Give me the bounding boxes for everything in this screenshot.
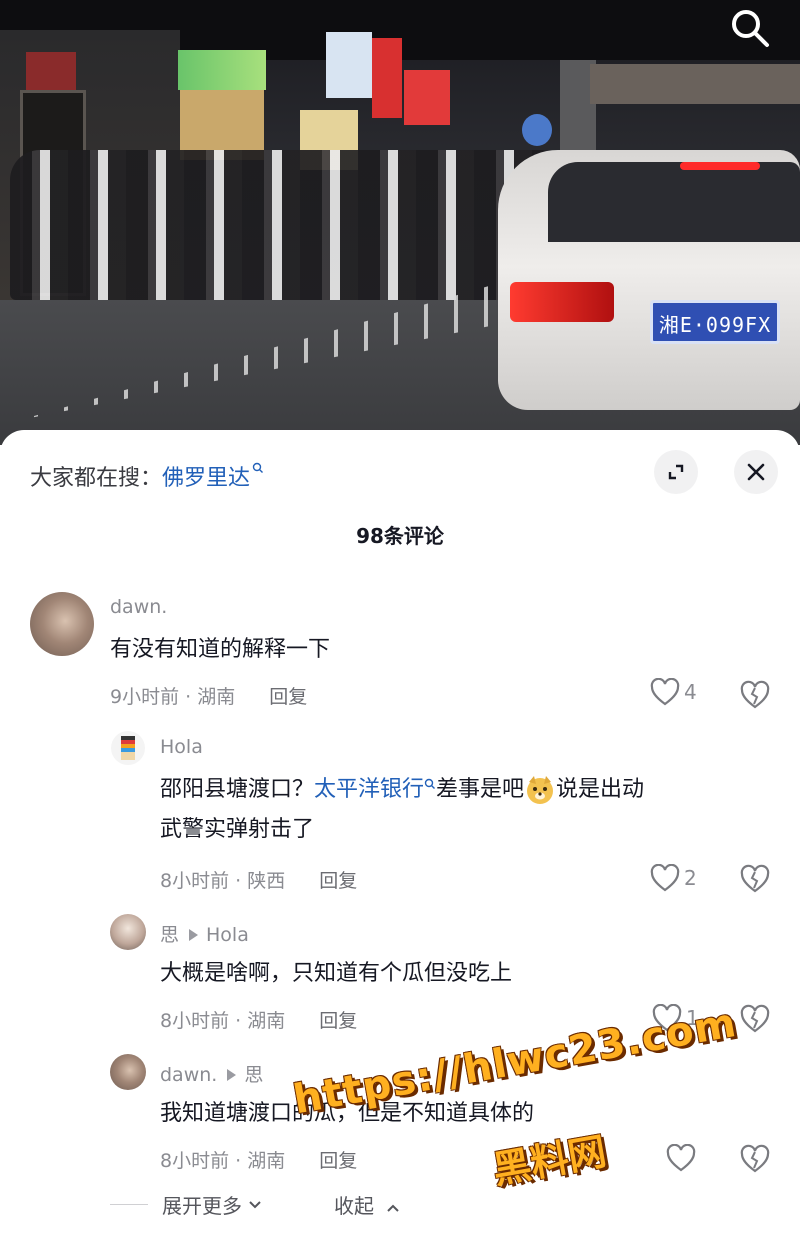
hot-search-term[interactable]: 佛罗里达 bbox=[162, 466, 250, 491]
license-plate: 湘E·099FX bbox=[650, 300, 780, 344]
hot-search-bar[interactable]: 大家都在搜：佛罗里达 bbox=[30, 460, 264, 492]
comment-text: 邵阳县塘渡口？太平洋银行 差事是吧 说是出动武警实弹射击了 bbox=[160, 770, 770, 850]
comment-count: 98条评论 bbox=[356, 524, 444, 548]
canopy bbox=[590, 64, 800, 104]
search-icon bbox=[424, 778, 436, 789]
reply-button[interactable]: 回复 bbox=[319, 870, 357, 892]
broken-heart-icon[interactable] bbox=[739, 1004, 771, 1034]
doge-emoji-icon bbox=[527, 776, 554, 804]
comment-meta: 8小时前 · 湖南 回复 bbox=[160, 1006, 357, 1033]
broken-heart-icon[interactable] bbox=[739, 1144, 771, 1174]
comment-username[interactable]: dawn. 思 bbox=[160, 1060, 263, 1087]
close-icon bbox=[747, 463, 765, 481]
expand-icon bbox=[668, 464, 684, 480]
chevron-down-icon bbox=[249, 1200, 261, 1208]
comment-time-location: 8小时前 · 陕西 bbox=[160, 870, 286, 892]
comment-username[interactable]: 思 Hola bbox=[160, 920, 249, 947]
comment-text-part: 差事是吧 bbox=[436, 777, 525, 802]
comment-sheet: 大家都在搜：佛罗里达 98条评论 dawn. 有没有知道的解释一下 9小时前 ·… bbox=[0, 430, 800, 1258]
comment-text: 大概是啥啊，只知道有个瓜但没吃上 bbox=[160, 961, 513, 986]
like-button[interactable] bbox=[666, 1144, 696, 1172]
reply-to-user: 思 bbox=[244, 1064, 264, 1086]
like-count: 2 bbox=[684, 866, 697, 890]
avatar[interactable] bbox=[110, 730, 146, 766]
expand-more-replies[interactable]: 展开更多 bbox=[110, 1190, 262, 1219]
like-count: 4 bbox=[684, 680, 697, 704]
billboard-white bbox=[326, 32, 372, 98]
search-icon[interactable] bbox=[728, 6, 772, 50]
like-button[interactable]: 4 bbox=[650, 678, 697, 706]
comment-meta: 8小时前 · 湖南 回复 bbox=[160, 1146, 357, 1173]
chevron-up-icon bbox=[387, 1204, 400, 1212]
billboard-red bbox=[372, 38, 402, 118]
comment-meta: 8小时前 · 陕西 回复 bbox=[160, 866, 357, 893]
collapse-label: 收起 bbox=[334, 1194, 374, 1218]
expand-more-label: 展开更多 bbox=[162, 1194, 242, 1218]
collapse-replies[interactable]: 收起 bbox=[334, 1190, 400, 1219]
comment-text: 有没有知道的解释一下 bbox=[110, 637, 331, 662]
reply-button[interactable]: 回复 bbox=[319, 1010, 357, 1032]
comment-text-part: 说是出动 bbox=[556, 777, 645, 802]
broken-heart-icon[interactable] bbox=[739, 680, 771, 710]
hot-search-link[interactable]: 太平洋银行 bbox=[314, 777, 424, 802]
brake-light bbox=[680, 162, 760, 170]
car-rear-window bbox=[548, 162, 800, 242]
avatar[interactable] bbox=[110, 1054, 146, 1090]
video-player[interactable]: 湘E·099FX bbox=[0, 0, 800, 445]
avatar[interactable] bbox=[110, 914, 146, 950]
close-button[interactable] bbox=[734, 450, 778, 494]
billboard-green bbox=[178, 50, 266, 90]
reply-button[interactable]: 回复 bbox=[319, 1150, 357, 1172]
heart-icon bbox=[650, 678, 680, 706]
comment-time-location: 8小时前 · 湖南 bbox=[160, 1150, 286, 1172]
comment-author: 思 bbox=[160, 924, 180, 946]
search-icon bbox=[252, 462, 264, 473]
billboard-red-2 bbox=[404, 70, 450, 125]
comment-username[interactable]: Hola bbox=[160, 736, 203, 758]
heart-icon bbox=[650, 864, 680, 892]
traffic-sign bbox=[522, 114, 552, 146]
like-button[interactable]: 2 bbox=[650, 864, 697, 892]
reply-to-user: Hola bbox=[206, 924, 249, 946]
broken-heart-icon[interactable] bbox=[739, 864, 771, 894]
expand-button[interactable] bbox=[654, 450, 698, 494]
hot-search-label: 大家都在搜： bbox=[30, 466, 163, 491]
comment-author: dawn. bbox=[160, 1064, 218, 1086]
reply-button[interactable]: 回复 bbox=[269, 686, 307, 708]
crowd bbox=[10, 150, 570, 300]
comment-meta: 9小时前 · 湖南 回复 bbox=[110, 682, 307, 709]
comment-text-part: 邵阳县塘渡口？ bbox=[160, 777, 315, 802]
comment-text-part: 武警实弹射击了 bbox=[160, 817, 315, 842]
avatar[interactable] bbox=[30, 592, 94, 656]
reply-arrow-icon bbox=[189, 929, 199, 941]
cup-avatar-icon bbox=[111, 731, 145, 765]
divider bbox=[110, 1204, 148, 1205]
heart-icon bbox=[666, 1144, 696, 1172]
comment-username[interactable]: dawn. bbox=[110, 596, 167, 618]
tail-light bbox=[510, 282, 614, 322]
comment-time-location: 8小时前 · 湖南 bbox=[160, 1010, 286, 1032]
reply-arrow-icon bbox=[227, 1069, 237, 1081]
comment-time-location: 9小时前 · 湖南 bbox=[110, 686, 236, 708]
